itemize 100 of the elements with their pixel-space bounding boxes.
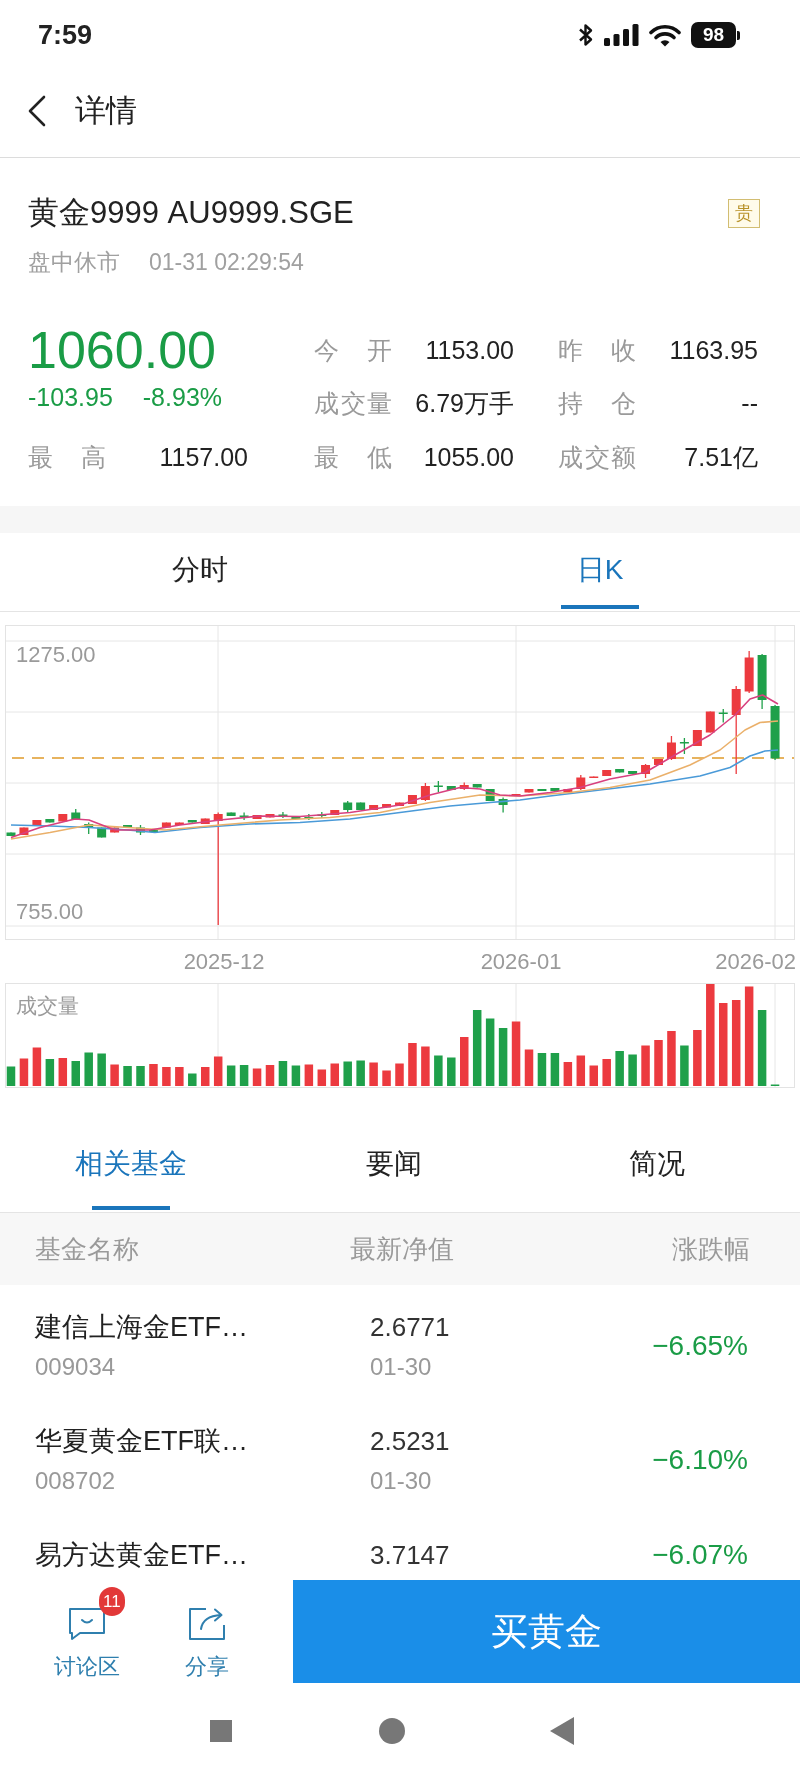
volume-bar (563, 1062, 573, 1086)
section-tab[interactable]: 相关基金 (0, 1093, 263, 1212)
volume-bar (408, 1043, 417, 1086)
stat-label: 成交量 (314, 388, 392, 419)
back-button[interactable] (27, 94, 47, 127)
nav-date: 01-30 (370, 1352, 432, 1382)
volume-bar (71, 1061, 80, 1086)
candlestick (174, 821, 184, 826)
chart-tab[interactable]: 日K (400, 533, 800, 611)
nav-value: 2.5231 (370, 1425, 450, 1458)
candlestick (343, 800, 353, 814)
candlestick (252, 814, 262, 820)
candlestick (97, 826, 107, 839)
candlestick (161, 821, 171, 829)
chart-tab[interactable]: 分时 (0, 533, 400, 611)
candlestick (757, 653, 767, 710)
market-status: 盘中休市 (28, 248, 120, 277)
volume-bar (693, 1030, 702, 1086)
volume-bar (434, 1055, 443, 1086)
volume-bar (175, 1067, 184, 1086)
candlestick (84, 821, 94, 835)
bluetooth-icon (578, 23, 594, 47)
volume-bar (628, 1054, 637, 1086)
candlestick (628, 770, 638, 775)
axis-label: 2026-02 (715, 948, 796, 976)
column-header: 涨跌幅 (672, 1233, 750, 1266)
stat-value: 1157.00 (158, 442, 248, 473)
candlestick (602, 769, 612, 777)
discussion-button[interactable]: 讨论区 11 (37, 1580, 137, 1683)
volume-bar (382, 1070, 391, 1086)
candlestick (200, 817, 210, 825)
stat-value: 1055.00 (422, 442, 514, 473)
volume-bar (252, 1068, 262, 1086)
volume-bar (84, 1052, 93, 1086)
volume-bar (19, 1058, 29, 1086)
volume-bar (589, 1065, 598, 1086)
volume-bar (265, 1065, 275, 1086)
candlestick (524, 788, 534, 794)
volume-bar (680, 1045, 689, 1086)
axis-label: 2026-01 (480, 948, 562, 976)
recents-icon[interactable] (210, 1719, 232, 1742)
candlestick (679, 737, 689, 755)
candlestick (45, 818, 55, 824)
volume-bar (460, 1037, 469, 1086)
chevron-left-icon (27, 94, 47, 127)
candlestick (615, 768, 625, 774)
column-header: 最新净值 (350, 1233, 455, 1266)
stat-label: 持 仓 (558, 388, 636, 419)
instrument-name: 黄金9999 AU9999.SGE (28, 194, 354, 232)
stat-label: 成交额 (558, 442, 636, 473)
volume-bar (201, 1067, 210, 1086)
candlestick (136, 824, 145, 836)
volume-bar (447, 1057, 456, 1086)
candlestick (420, 782, 430, 802)
change-value: −6.10% (652, 1442, 748, 1477)
wifi-icon (649, 23, 681, 47)
volume-bar (239, 1065, 249, 1086)
stat-label: 今 开 (314, 335, 392, 366)
volume-bar (188, 1073, 197, 1086)
candlestick (110, 826, 120, 834)
fund-name[interactable]: 华夏黄金ETF联… (35, 1423, 248, 1459)
candlestick (666, 735, 676, 761)
candlestick (563, 788, 573, 794)
share-button[interactable]: 分享 (157, 1580, 257, 1683)
column-header: 基金名称 (35, 1233, 140, 1266)
volume-bar (58, 1058, 68, 1086)
volume-bar (667, 1031, 676, 1086)
home-icon[interactable] (379, 1717, 405, 1744)
candlestick (498, 796, 508, 814)
volume-bar (45, 1059, 55, 1086)
stat-value: 6.79万手 (414, 388, 514, 419)
section-tab[interactable]: 要闻 (262, 1093, 526, 1212)
stat-label: 最 高 (28, 442, 106, 473)
volume-bar (97, 1053, 106, 1086)
fund-name[interactable]: 建信上海金ETF… (35, 1309, 248, 1345)
battery-indicator: 98 (691, 22, 740, 48)
volume-bar (641, 1045, 650, 1086)
volume-bar (291, 1065, 301, 1086)
section-tab[interactable]: 简况 (525, 1093, 788, 1212)
volume-bar (213, 1056, 223, 1086)
volume-bar (6, 1066, 16, 1086)
stat-label: 昨 收 (558, 335, 636, 366)
candlestick (433, 780, 443, 793)
volume-bar (511, 1021, 521, 1086)
volume-bar (123, 1066, 132, 1086)
volume-bar (304, 1064, 314, 1086)
candlestick (123, 824, 133, 829)
volume-bar (550, 1053, 560, 1086)
change-value: −6.65% (652, 1328, 748, 1363)
stat-value: 1163.95 (668, 335, 758, 366)
candlestick (407, 794, 417, 805)
volume-bar (226, 1065, 236, 1086)
fund-name[interactable]: 易方达黄金ETF… (35, 1537, 248, 1573)
volume-bar (524, 1049, 534, 1086)
volume-bar (485, 1018, 495, 1086)
nav-date: 01-30 (370, 1466, 432, 1496)
candlestick (589, 775, 599, 779)
stat-value: -- (740, 388, 758, 419)
candlestick (705, 710, 715, 734)
back-icon[interactable] (550, 1716, 574, 1745)
